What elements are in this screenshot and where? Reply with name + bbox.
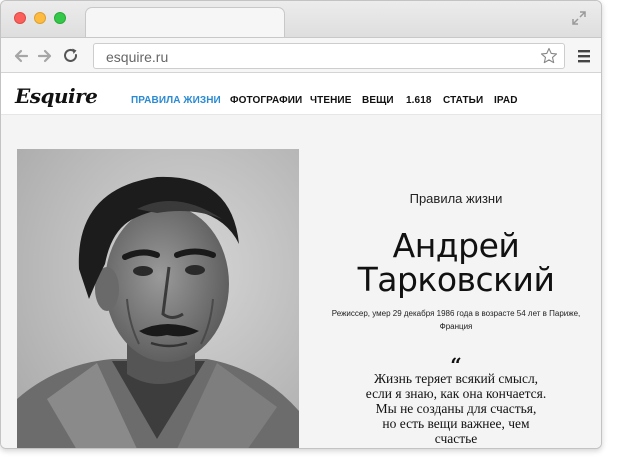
minimize-window-button[interactable] [34, 12, 46, 24]
web-page: Esquire ПРАВИЛА ЖИЗНИ ФОТОГРАФИИ ЧТЕНИЕ … [1, 73, 601, 448]
address-bar[interactable]: esquire.ru [93, 43, 565, 69]
browser-toolbar: esquire.ru [1, 37, 601, 73]
quote-line: Жизнь теряет всякий смысл, [373, 371, 539, 386]
nav-item-photos[interactable]: ФОТОГРАФИИ [230, 95, 302, 106]
arrow-left-icon[interactable] [11, 46, 31, 66]
expand-icon[interactable] [571, 10, 587, 26]
quote-line: но есть вещи важнее, чем [382, 416, 530, 431]
browser-tab[interactable] [85, 7, 285, 38]
article-title: Андрей Тарковский [311, 229, 601, 297]
site-logo[interactable]: Esquire [15, 84, 98, 108]
article-rubric[interactable]: Правила жизни [311, 191, 601, 206]
article-quote: Жизнь теряет всякий смысл, если я знаю, … [329, 371, 583, 446]
browser-window: esquire.ru Esquire ПРАВИЛА ЖИЗНИ ФОТОГРА… [0, 0, 602, 449]
nav-item-articles[interactable]: СТАТЬИ [443, 95, 483, 106]
nav-item-ipad[interactable]: IPAD [494, 95, 518, 106]
hamburger-menu-icon[interactable] [577, 48, 591, 64]
quote-line: если я знаю, как она кончается. [365, 386, 547, 401]
site-navigation: Esquire ПРАВИЛА ЖИЗНИ ФОТОГРАФИИ ЧТЕНИЕ … [1, 73, 601, 115]
reload-icon[interactable] [61, 46, 81, 66]
article-bio: Режиссер, умер 29 декабря 1986 года в во… [331, 309, 581, 331]
close-window-button[interactable] [14, 12, 26, 24]
nav-item-1618[interactable]: 1.618 [406, 95, 432, 106]
star-icon[interactable] [540, 47, 558, 65]
url-text[interactable]: esquire.ru [106, 49, 168, 65]
title-last-name: Тарковский [357, 260, 555, 299]
nav-item-reading[interactable]: ЧТЕНИЕ [310, 95, 351, 106]
quote-line: Мы не созданы для счастья, [375, 401, 537, 416]
nav-item-things[interactable]: ВЕЩИ [362, 95, 394, 106]
portrait-photo [17, 149, 299, 448]
nav-item-rules-of-life[interactable]: ПРАВИЛА ЖИЗНИ [131, 95, 221, 106]
zoom-window-button[interactable] [54, 12, 66, 24]
quote-line: счастье [434, 431, 478, 446]
title-bar [1, 1, 601, 38]
arrow-right-icon[interactable] [35, 46, 55, 66]
